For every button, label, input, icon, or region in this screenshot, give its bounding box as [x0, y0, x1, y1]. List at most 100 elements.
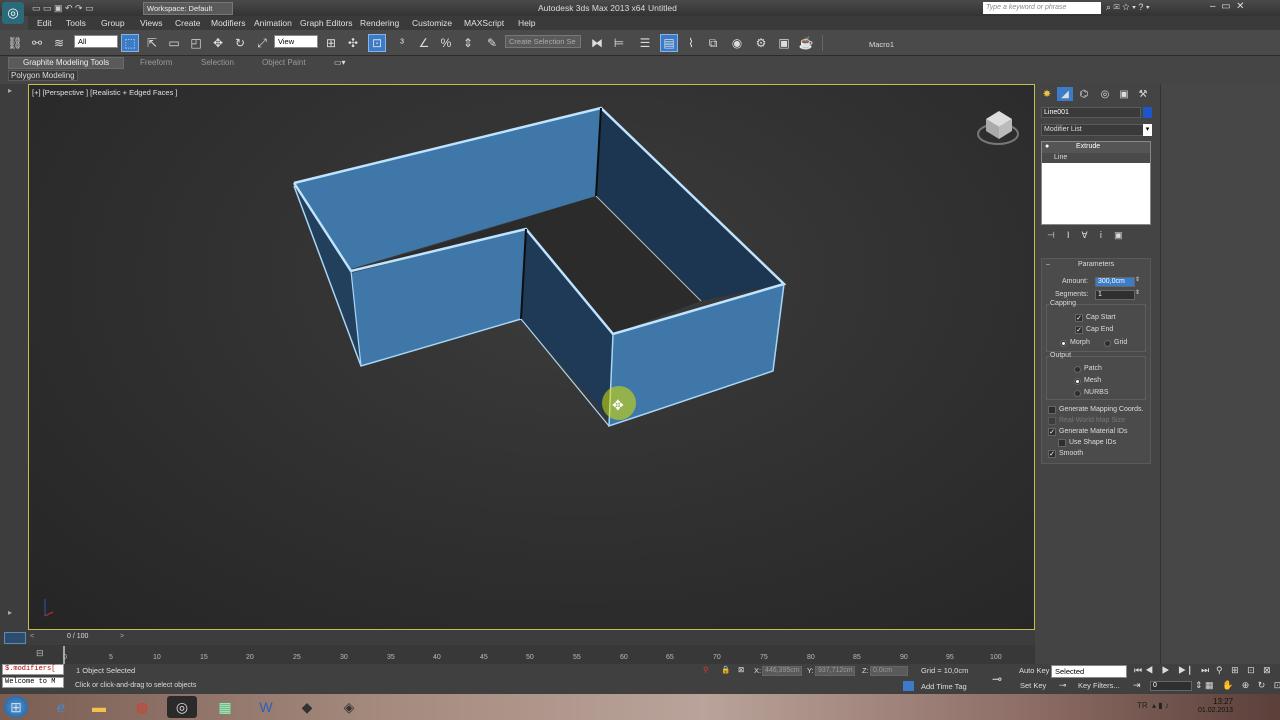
object-color-swatch[interactable] [1143, 107, 1152, 118]
amount-spinner-icon[interactable]: ⇕ [1135, 276, 1140, 283]
gen-material-ids-checkbox[interactable]: ✓ [1048, 428, 1056, 436]
morph-radio[interactable] [1060, 340, 1067, 347]
workspace-dropdown[interactable]: Workspace: Default [143, 2, 233, 15]
edit-named-sel-icon[interactable]: ✎ [483, 34, 501, 52]
scale-icon[interactable]: ⤢ [253, 34, 271, 52]
time-slider-thumb[interactable] [4, 632, 26, 644]
pivot-center-icon[interactable]: ⊞ [322, 34, 340, 52]
menu-customize[interactable]: Customize [412, 18, 452, 28]
playback-controls[interactable]: ⏮◀ ▶ ▶▏⏭ [1134, 665, 1212, 676]
time-slider-prev-icon[interactable]: < [30, 633, 34, 640]
modify-tab-icon[interactable]: ◢ [1057, 87, 1073, 101]
object-name-field[interactable]: Line001 [1041, 107, 1141, 118]
x-coord-field[interactable]: 446,395cm [762, 666, 802, 676]
trackbar-menu-icon[interactable]: ⊟ [36, 648, 44, 659]
menu-modifiers[interactable]: Modifiers [211, 18, 245, 28]
named-selection-dropdown[interactable]: Create Selection Se [505, 35, 581, 48]
app-taskbar-icon[interactable]: ▦ [210, 696, 240, 718]
3dsmax-taskbar-icon[interactable]: ◎ [167, 696, 197, 718]
menu-rendering[interactable]: Rendering [360, 18, 399, 28]
render-icon[interactable]: ☕ [797, 34, 815, 52]
menu-create[interactable]: Create [175, 18, 201, 28]
key-icon[interactable]: ⊸ [992, 672, 1002, 686]
ribbon-tab-object-paint[interactable]: Object Paint [262, 58, 306, 67]
key-filters-button[interactable]: Key Filters... [1078, 681, 1120, 690]
display-tab-icon[interactable]: ▣ [1116, 87, 1132, 101]
add-time-tag-label[interactable]: Add Time Tag [921, 682, 967, 691]
left-strip-arrow-icon[interactable]: ▸ [8, 86, 12, 95]
snaps-toggle-icon[interactable]: ³ [393, 34, 411, 52]
select-object-icon[interactable]: ⬚ [121, 34, 139, 52]
cap-end-checkbox[interactable]: ✓ [1075, 326, 1083, 334]
stack-bulb-icon[interactable]: ● [1045, 143, 1049, 150]
time-tag-icon[interactable] [903, 681, 914, 691]
layer-manager-icon[interactable]: ☰ [636, 34, 654, 52]
menu-views[interactable]: Views [140, 18, 163, 28]
curve-editor-icon[interactable]: ⌇ [682, 34, 700, 52]
search-input[interactable]: Type a keyword or phrase [983, 2, 1101, 14]
macro-label[interactable]: Macro1 [869, 40, 894, 49]
menu-animation[interactable]: Animation [254, 18, 292, 28]
bottom-left-arrow-icon[interactable]: ▸ [8, 608, 12, 617]
rollout-collapse-icon[interactable]: – [1046, 261, 1050, 268]
amount-field[interactable]: 300,0cm [1095, 277, 1135, 287]
modifier-list-arrow-icon[interactable]: ▾ [1143, 124, 1152, 136]
smooth-checkbox[interactable]: ✓ [1048, 450, 1056, 458]
angle-snap-icon[interactable]: ∠ [415, 34, 433, 52]
segments-spinner-icon[interactable]: ⇕ [1135, 289, 1140, 296]
align-icon[interactable]: ⊨ [610, 34, 628, 52]
menu-graph-editors[interactable]: Graph Editors [300, 18, 352, 28]
mirror-icon[interactable]: ⧓ [588, 34, 606, 52]
time-config-icon[interactable]: ⇕ [1195, 680, 1203, 691]
z-coord-field[interactable]: 0,0cm [870, 666, 908, 676]
ribbon-tab-freeform[interactable]: Freeform [140, 58, 172, 67]
start-button-icon[interactable]: ⊞ [4, 696, 28, 718]
selection-filter-dropdown[interactable]: All [74, 35, 118, 48]
app-logo-icon[interactable]: ◎ [2, 2, 24, 24]
parameters-title[interactable]: Parameters [1078, 261, 1114, 268]
key-mode-toggle-icon[interactable]: ⇥ [1133, 680, 1141, 691]
rendered-frame-icon[interactable]: ▣ [775, 34, 793, 52]
segments-field[interactable]: 1 [1095, 290, 1135, 300]
keyboard-shortcut-icon[interactable]: ⊡ [368, 34, 386, 52]
material-editor-icon[interactable]: ◉ [728, 34, 746, 52]
utilities-tab-icon[interactable]: ⚒ [1135, 87, 1151, 101]
render-setup-icon[interactable]: ⚙ [752, 34, 770, 52]
language-indicator[interactable]: TR [1137, 701, 1148, 710]
grid-radio[interactable] [1104, 340, 1111, 347]
cap-start-checkbox[interactable]: ✓ [1075, 314, 1083, 322]
current-frame-field[interactable]: 0 [1150, 681, 1192, 691]
rotate-icon[interactable]: ↻ [231, 34, 249, 52]
schematic-view-icon[interactable]: ⧉ [704, 34, 722, 52]
stack-tools-icons[interactable]: ⊣Ⅰ∀ⅰ▣ [1047, 230, 1135, 241]
help-icons[interactable]: ⌕ ✉ ☆ ▾ ? ▾ [1106, 2, 1150, 13]
create-tab-icon[interactable]: ✸ [1039, 87, 1055, 101]
ribbon-options-icon[interactable]: ▭▾ [334, 58, 346, 67]
menu-tools[interactable]: Tools [66, 18, 86, 28]
explorer-icon[interactable]: ▬ [84, 696, 114, 718]
modifier-list-dropdown[interactable]: Modifier List [1041, 124, 1151, 136]
select-manipulate-icon[interactable]: ✣ [344, 34, 362, 52]
bind-spacewarp-icon[interactable]: ≋ [50, 34, 68, 52]
graphite-toggle-icon[interactable]: ▤ [660, 34, 678, 52]
menu-help[interactable]: Help [518, 18, 535, 28]
set-key-icon[interactable]: ⊸ [1059, 680, 1067, 691]
nav-controls-row1[interactable]: ⚲ ⊞ ⊡ ⊠ [1216, 665, 1274, 676]
use-shape-ids-checkbox[interactable] [1058, 439, 1066, 447]
ribbon-tab-selection[interactable]: Selection [201, 58, 234, 67]
word-icon[interactable]: W [251, 696, 281, 718]
nav-controls-row2[interactable]: ▦ ✋ ⊕ ↻ ⊡ [1205, 680, 1280, 691]
unlink-icon[interactable]: ⚯ [28, 34, 46, 52]
tray-icons[interactable]: ▴ ▮ ♪ [1152, 701, 1169, 710]
move-icon[interactable]: ✥ [209, 34, 227, 52]
command-panel-scroll-area[interactable] [1160, 84, 1280, 664]
lock-selection-icon[interactable]: 🔒 [721, 665, 730, 674]
motion-tab-icon[interactable]: ◎ [1097, 87, 1113, 101]
select-by-name-icon[interactable]: ⇱ [143, 34, 161, 52]
ie-icon[interactable]: ℯ [46, 696, 76, 718]
perspective-viewport[interactable]: [+] [Perspective ] [Realistic + Edged Fa… [28, 84, 1035, 630]
abs-mode-icon[interactable]: ⊠ [738, 665, 744, 674]
patch-radio[interactable] [1074, 366, 1081, 373]
maxscript-listener-input[interactable]: $.modifiers[ [2, 664, 64, 675]
app2-taskbar-icon[interactable]: ◆ [292, 696, 322, 718]
